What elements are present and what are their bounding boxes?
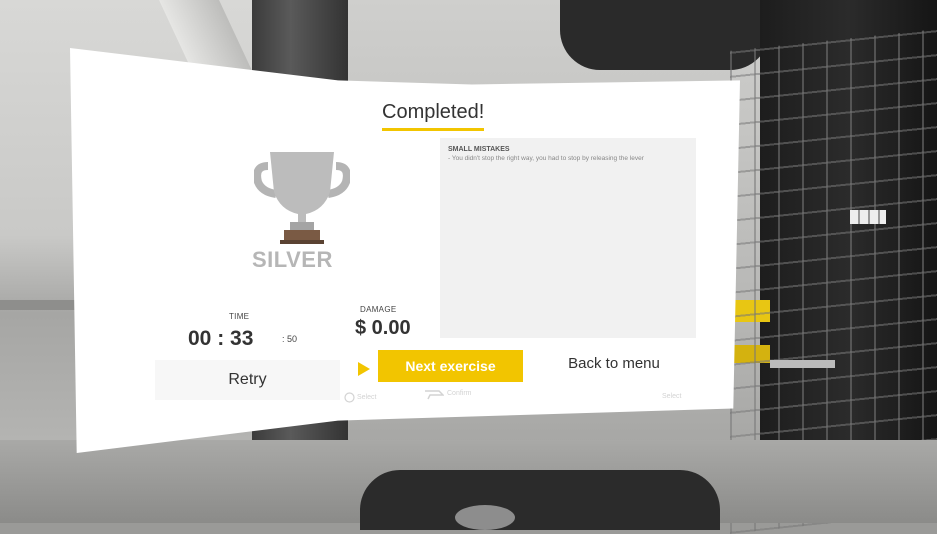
trophy-icon [254, 152, 350, 244]
controller-trigger-icon [425, 390, 444, 400]
time-value: 00 : 33 [188, 327, 254, 350]
time-milliseconds: : 50 [282, 334, 298, 344]
steering-knob [455, 505, 515, 530]
damage-label: DAMAGE [360, 305, 397, 314]
hint-confirm: Confirm [447, 390, 472, 397]
mistakes-box [440, 138, 696, 338]
time-label: TIME [229, 312, 250, 321]
back-to-menu-button[interactable]: Back to menu [543, 347, 685, 379]
medal-label: SILVER [252, 247, 333, 272]
mistakes-text: - You didn't stop the right way, you had… [448, 155, 644, 162]
mistakes-heading: SMALL MISTAKES [448, 146, 510, 153]
retry-button[interactable]: Retry [155, 360, 340, 400]
play-arrow-icon [358, 362, 370, 376]
next-exercise-button[interactable]: Next exercise [378, 350, 523, 382]
lever-handle [770, 360, 835, 368]
damage-value: $ 0.00 [355, 317, 411, 339]
completed-title: Completed! [382, 101, 485, 131]
forklift-seat [360, 470, 720, 530]
control-tabs [850, 210, 886, 224]
controller-button-icon [344, 392, 355, 403]
hint-select: Select [357, 394, 377, 401]
hint-right: Select [662, 393, 682, 400]
